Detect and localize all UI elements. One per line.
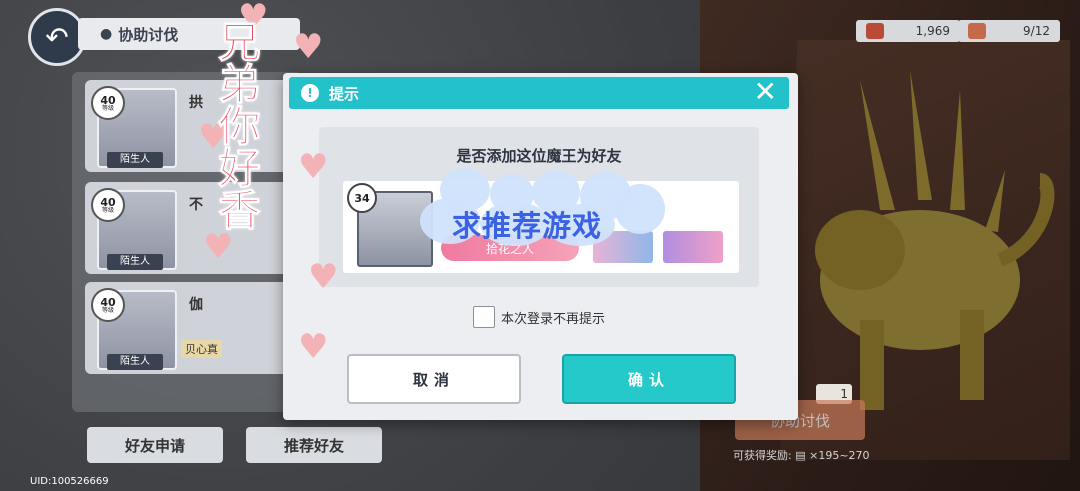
uid-label: UID:100526669 xyxy=(30,476,109,487)
pink-sticker-text: 兄弟你好香 xyxy=(212,20,262,231)
relation-tag: 陌生人 xyxy=(107,254,163,270)
close-icon[interactable]: ✕ xyxy=(754,78,777,106)
dont-remind-checkbox[interactable] xyxy=(473,306,495,328)
friend-request-button[interactable]: 好友申请 xyxy=(87,427,223,463)
ticket-counter: 9/12 xyxy=(958,20,1060,42)
reward-info: 可获得奖励: ▤ ×195~270 xyxy=(733,447,870,463)
reward-icon: ▤ xyxy=(795,449,806,462)
heart-icon: ♥ xyxy=(293,27,324,67)
heart-icon: ♥ xyxy=(203,227,234,267)
coin-value: 1,969 xyxy=(915,24,950,38)
level-badge: 40 等级 xyxy=(91,188,125,222)
level-badge: 40 等级 xyxy=(91,86,125,120)
location-pin-icon: ● xyxy=(100,26,113,42)
reward-range: ×195~270 xyxy=(809,449,870,462)
level-badge: 40 等级 xyxy=(91,288,125,322)
heart-icon: ♥ xyxy=(298,147,329,187)
dont-remind-label: 本次登录不再提示 xyxy=(501,312,606,327)
dialog-question: 是否添加这位魔王为好友 xyxy=(456,147,622,165)
back-arrow-icon: ↶ xyxy=(45,20,69,54)
ticket-cost: 1 xyxy=(840,387,848,401)
confirm-button[interactable]: 确认 xyxy=(562,354,736,404)
relation-tag: 陌生人 xyxy=(107,152,163,168)
user-level-badge: 34 xyxy=(347,183,377,213)
page-title: 协助讨伐 xyxy=(118,25,179,44)
recommend-friend-button[interactable]: 推荐好友 xyxy=(246,427,382,463)
dialog-header: ! 提示 ✕ xyxy=(289,77,789,109)
flower-badge-icon xyxy=(663,231,723,263)
reward-label: 可获得奖励: xyxy=(733,449,792,462)
heart-icon: ♥ xyxy=(308,257,339,297)
blue-sticker-text: 求推荐游戏 xyxy=(452,209,603,243)
coin-counter: 1,969 xyxy=(856,20,960,42)
coin-badge-icon xyxy=(866,23,884,39)
ticket-value: 9/12 xyxy=(1023,24,1050,38)
heart-icon: ♥ xyxy=(298,327,329,367)
cancel-button[interactable]: 取消 xyxy=(347,354,521,404)
ticket-icon xyxy=(968,23,986,39)
relation-tag: 陌生人 xyxy=(107,354,163,370)
